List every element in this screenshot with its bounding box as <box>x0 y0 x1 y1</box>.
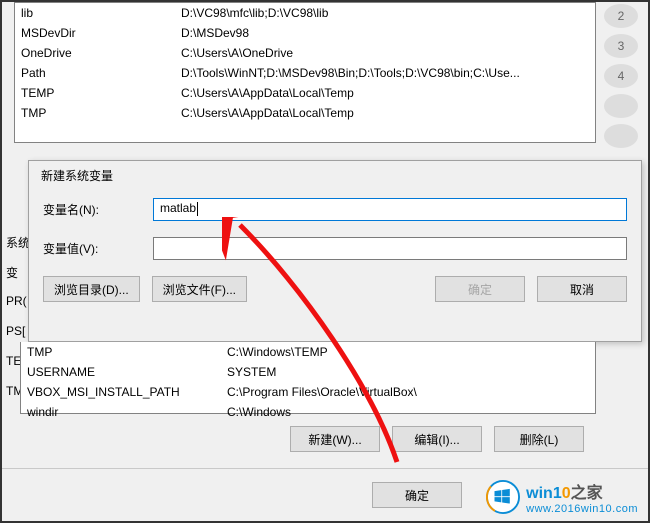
new-button[interactable]: 新建(W)... <box>290 426 380 452</box>
table-row[interactable]: TMPC:\Users\A\AppData\Local\Temp <box>15 103 595 123</box>
table-row[interactable]: TMPC:\Windows\TEMP <box>21 342 595 362</box>
var-value: C:\Program Files\Oracle\VirtualBox\ <box>221 382 595 402</box>
new-system-variable-dialog: 新建系统变量 变量名(N): matlab 变量值(V): 浏览目录(D)...… <box>28 160 642 342</box>
variable-name-label: 变量名(N): <box>43 201 143 218</box>
var-name: USERNAME <box>21 362 221 382</box>
var-name: windir <box>21 402 221 422</box>
variable-value-label: 变量值(V): <box>43 240 143 257</box>
ok-button[interactable]: 确定 <box>435 276 525 302</box>
browse-file-button[interactable]: 浏览文件(F)... <box>152 276 247 302</box>
table-row[interactable]: windirC:\Windows <box>21 402 595 422</box>
var-name: MSDevDir <box>15 23 175 43</box>
var-name: OneDrive <box>15 43 175 63</box>
parent-ok-button[interactable]: 确定 <box>372 482 462 508</box>
var-value: SYSTEM <box>221 362 595 382</box>
dialog-title: 新建系统变量 <box>29 161 641 190</box>
var-value: C:\Users\A\AppData\Local\Temp <box>175 83 595 103</box>
table-row[interactable]: VBOX_MSI_INSTALL_PATHC:\Program Files\Or… <box>21 382 595 402</box>
var-name: VBOX_MSI_INSTALL_PATH <box>21 382 221 402</box>
variable-name-input[interactable]: matlab <box>153 198 627 221</box>
var-value: C:\Users\A\AppData\Local\Temp <box>175 103 595 123</box>
watermark-url: www.2016win10.com <box>526 503 638 515</box>
table-row[interactable]: MSDevDirD:\MSDev98 <box>15 23 595 43</box>
delete-button[interactable]: 删除(L) <box>494 426 584 452</box>
system-variables-list[interactable]: libD:\VC98\mfc\lib;D:\VC98\lib MSDevDirD… <box>14 2 596 143</box>
var-value: C:\Users\A\OneDrive <box>175 43 595 63</box>
var-value: C:\Windows <box>221 402 595 422</box>
var-name: lib <box>15 3 175 23</box>
var-value: D:\VC98\mfc\lib;D:\VC98\lib <box>175 3 595 23</box>
var-value: D:\MSDev98 <box>175 23 595 43</box>
edit-button[interactable]: 编辑(I)... <box>392 426 482 452</box>
bubble-3: 3 <box>604 34 638 58</box>
table-row[interactable]: libD:\VC98\mfc\lib;D:\VC98\lib <box>15 3 595 23</box>
divider <box>2 468 648 469</box>
watermark-brand: win10之家 <box>526 479 638 503</box>
var-name: TEMP <box>15 83 175 103</box>
bubble-4: 4 <box>604 64 638 88</box>
cancel-button[interactable]: 取消 <box>537 276 627 302</box>
watermark: win10之家 www.2016win10.com <box>486 479 638 515</box>
win10-logo-icon <box>486 480 520 514</box>
system-variables-list-bottom[interactable]: TMPC:\Windows\TEMP USERNAMESYSTEM VBOX_M… <box>20 342 596 414</box>
table-row[interactable]: PathD:\Tools\WinNT;D:\MSDev98\Bin;D:\Too… <box>15 63 595 83</box>
bubble-blank1 <box>604 94 638 118</box>
var-value: D:\Tools\WinNT;D:\MSDev98\Bin;D:\Tools;D… <box>175 63 595 83</box>
var-name: TMP <box>15 103 175 123</box>
bubble-blank2 <box>604 124 638 148</box>
var-name: Path <box>15 63 175 83</box>
side-numbers: 2 3 4 <box>604 2 644 148</box>
var-value: C:\Windows\TEMP <box>221 342 595 362</box>
table-row[interactable]: USERNAMESYSTEM <box>21 362 595 382</box>
text-cursor <box>197 202 198 216</box>
var-name: TMP <box>21 342 221 362</box>
variable-value-input[interactable] <box>153 237 627 260</box>
bubble-2: 2 <box>604 4 638 28</box>
table-row[interactable]: OneDriveC:\Users\A\OneDrive <box>15 43 595 63</box>
browse-directory-button[interactable]: 浏览目录(D)... <box>43 276 140 302</box>
table-row[interactable]: TEMPC:\Users\A\AppData\Local\Temp <box>15 83 595 103</box>
